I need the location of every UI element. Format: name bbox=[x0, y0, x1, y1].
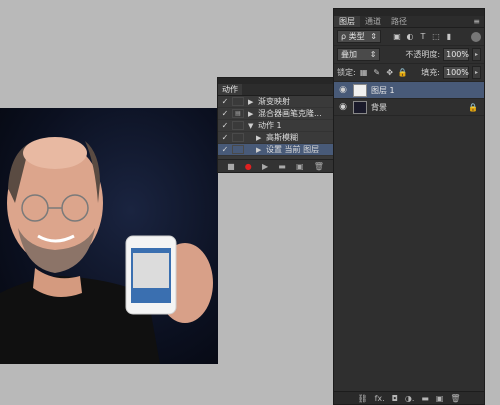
add-mask-icon[interactable]: ◘ bbox=[392, 394, 398, 403]
check-icon[interactable]: ✓ bbox=[218, 109, 232, 118]
action-label: 设置 当前 图层 bbox=[266, 145, 320, 154]
lock-row: 锁定: ▦ ✎ ✥ 🔒 填充: 100% ▸ bbox=[334, 64, 484, 82]
filter-type-select[interactable]: ρ 类型 ⇕ bbox=[337, 30, 381, 43]
action-row[interactable]: ✓ ▤ ▶ 混合器画笔克隆... bbox=[218, 108, 333, 120]
type-filter-icon[interactable]: T bbox=[418, 32, 428, 41]
fx-icon[interactable]: fx. bbox=[375, 394, 385, 403]
layer-thumbnail bbox=[353, 100, 367, 114]
new-set-icon[interactable]: ▬ bbox=[278, 162, 286, 171]
check-icon[interactable]: ✓ bbox=[218, 97, 232, 106]
layers-footer: ⛓ fx. ◘ ◑. ▬ ▣ 🗑 bbox=[334, 391, 484, 404]
lock-position-icon[interactable]: ✥ bbox=[385, 68, 395, 77]
layer-name[interactable]: 背景 bbox=[371, 102, 387, 113]
chevron-updown-icon: ⇕ bbox=[370, 32, 377, 41]
trash-icon[interactable]: 🗑 bbox=[314, 162, 324, 171]
filter-toggle[interactable] bbox=[471, 31, 481, 42]
record-icon[interactable]: ● bbox=[245, 162, 252, 171]
chevron-updown-icon: ⇕ bbox=[369, 50, 377, 59]
expand-triangle-icon[interactable]: ▶ bbox=[248, 98, 258, 106]
lock-label: 锁定: bbox=[337, 68, 356, 77]
action-row[interactable]: ✓ ▶ 高斯模糊 bbox=[218, 132, 333, 144]
pixel-filter-icon[interactable]: ▣ bbox=[392, 32, 402, 41]
opacity-label: 不透明度: bbox=[405, 50, 441, 59]
expand-triangle-icon[interactable]: ▶ bbox=[256, 146, 266, 154]
eye-icon[interactable]: ◉ bbox=[337, 85, 349, 95]
photo-image bbox=[0, 137, 213, 364]
panel-menu-icon[interactable]: ≡ bbox=[473, 17, 480, 26]
filter-type-label: ρ 类型 bbox=[341, 32, 365, 41]
action-row[interactable]: ✓ ▼ 动作 1 bbox=[218, 120, 333, 132]
check-icon[interactable]: ✓ bbox=[218, 133, 232, 142]
actions-list: ✓ ▶ 渐变映射 ✓ ▤ ▶ 混合器画笔克隆... ✓ ▼ 动作 1 ✓ ▶ 高斯模糊 ✓ ▶ 设置 当前 图… bbox=[218, 96, 333, 156]
fill-input[interactable]: 100% bbox=[443, 66, 469, 79]
action-label: 高斯模糊 bbox=[266, 133, 298, 142]
opacity-input[interactable]: 100% bbox=[443, 48, 470, 61]
dialog-toggle-icon[interactable] bbox=[232, 97, 244, 106]
new-group-icon[interactable]: ▬ bbox=[421, 394, 429, 403]
stop-icon[interactable]: ■ bbox=[227, 162, 235, 171]
action-row[interactable]: ✓ ▶ 设置 当前 图层 bbox=[218, 144, 333, 156]
blend-mode-value: 叠加 bbox=[341, 50, 357, 59]
actions-tabbar: 动作 bbox=[218, 84, 333, 96]
blend-row: 叠加 ⇕ 不透明度: 100% ▸ bbox=[334, 46, 484, 64]
lock-all-icon[interactable]: 🔒 bbox=[398, 68, 408, 77]
adjustment-layer-icon[interactable]: ◑. bbox=[405, 394, 415, 403]
lock-pixels-icon[interactable]: ✎ bbox=[372, 68, 382, 77]
filter-row: ρ 类型 ⇕ ▣ ◐ T ⬚ ▮ bbox=[334, 28, 484, 46]
opacity-arrow-button[interactable]: ▸ bbox=[472, 48, 481, 61]
adjustment-filter-icon[interactable]: ◐ bbox=[405, 32, 415, 41]
eye-icon[interactable]: ◉ bbox=[337, 102, 349, 112]
layers-list: ◉ 图层 1 ◉ 背景 🔒 bbox=[334, 82, 484, 116]
lock-transparency-icon[interactable]: ▦ bbox=[359, 68, 369, 77]
tab-channels[interactable]: 通道 bbox=[360, 16, 386, 27]
blend-mode-select[interactable]: 叠加 ⇕ bbox=[337, 48, 381, 61]
shape-filter-icon[interactable]: ⬚ bbox=[431, 32, 441, 41]
check-icon[interactable]: ✓ bbox=[218, 121, 232, 130]
expand-triangle-icon[interactable]: ▼ bbox=[248, 122, 258, 130]
action-label: 渐变映射 bbox=[258, 97, 290, 106]
trash-icon[interactable]: 🗑 bbox=[450, 394, 460, 403]
check-icon[interactable]: ✓ bbox=[218, 145, 232, 154]
link-layers-icon[interactable]: ⛓ bbox=[357, 394, 367, 403]
new-layer-icon[interactable]: ▣ bbox=[436, 394, 444, 403]
action-label: 动作 1 bbox=[258, 121, 282, 130]
layer-name[interactable]: 图层 1 bbox=[371, 85, 395, 96]
document-canvas[interactable] bbox=[0, 108, 218, 364]
dialog-toggle-icon[interactable] bbox=[232, 121, 244, 130]
play-icon[interactable]: ▶ bbox=[262, 162, 268, 171]
actions-footer: ■ ● ▶ ▬ ▣ 🗑 bbox=[218, 159, 333, 172]
tab-layers[interactable]: 图层 bbox=[334, 16, 360, 27]
tab-paths[interactable]: 路径 bbox=[386, 16, 412, 27]
panel-grip[interactable] bbox=[334, 9, 484, 16]
layer-row[interactable]: ◉ 背景 🔒 bbox=[334, 99, 484, 116]
tab-actions[interactable]: 动作 bbox=[218, 84, 242, 95]
layers-tabbar: 图层 通道 路径 bbox=[334, 16, 484, 28]
expand-triangle-icon[interactable]: ▶ bbox=[248, 110, 258, 118]
action-label: 混合器画笔克隆... bbox=[258, 109, 322, 118]
dialog-toggle-icon[interactable]: ▤ bbox=[232, 109, 244, 118]
lock-icon: 🔒 bbox=[468, 102, 478, 112]
expand-triangle-icon[interactable]: ▶ bbox=[256, 134, 266, 142]
smart-object-filter-icon[interactable]: ▮ bbox=[444, 32, 454, 41]
new-action-icon[interactable]: ▣ bbox=[296, 162, 304, 171]
fill-label: 填充: bbox=[421, 68, 440, 77]
layer-row[interactable]: ◉ 图层 1 bbox=[334, 82, 484, 99]
layer-thumbnail bbox=[353, 83, 367, 97]
dialog-toggle-icon[interactable] bbox=[232, 145, 244, 154]
dialog-toggle-icon[interactable] bbox=[232, 133, 244, 142]
action-row[interactable]: ✓ ▶ 渐变映射 bbox=[218, 96, 333, 108]
layers-panel: 图层 通道 路径 ≡ ρ 类型 ⇕ ▣ ◐ T ⬚ ▮ 叠加 ⇕ 不透明度: 1… bbox=[333, 8, 485, 405]
actions-panel: 动作 ✓ ▶ 渐变映射 ✓ ▤ ▶ 混合器画笔克隆... ✓ ▼ 动作 1 ✓ ▶ 高斯模糊 ✓ ▶ 设置 当… bbox=[217, 77, 334, 173]
fill-arrow-button[interactable]: ▸ bbox=[472, 66, 481, 79]
